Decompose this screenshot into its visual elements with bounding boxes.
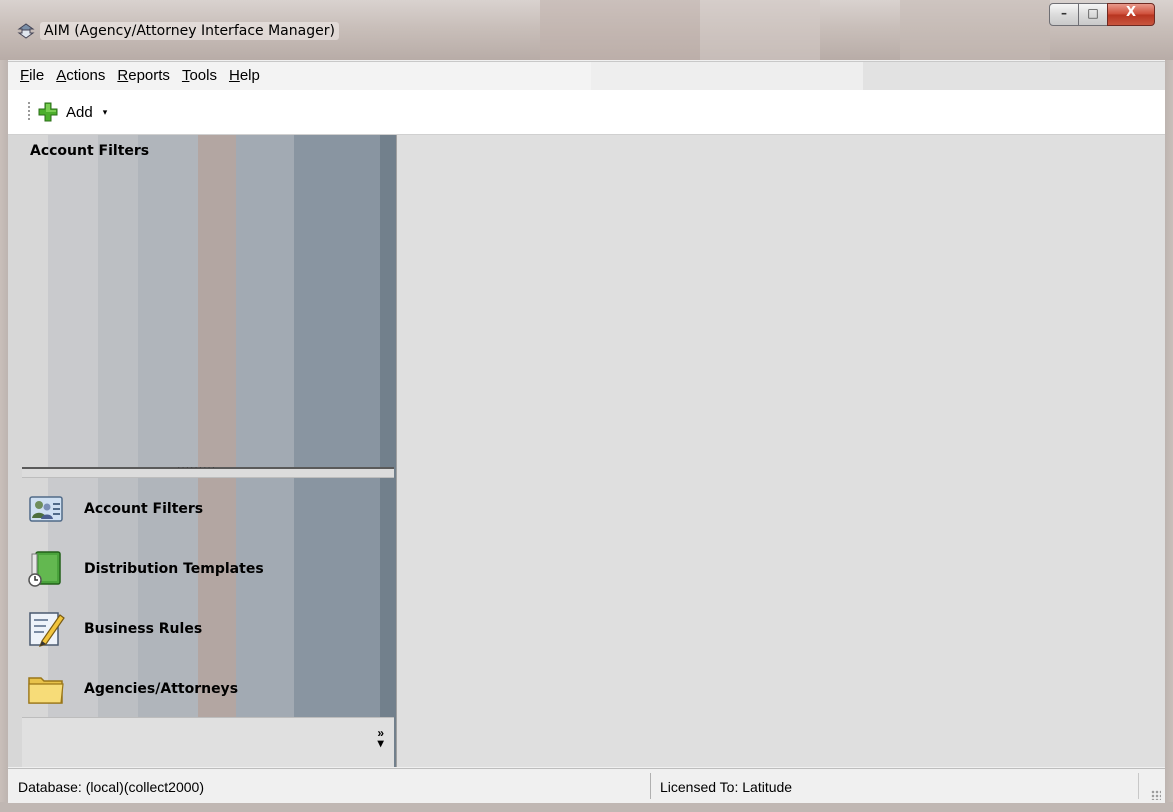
people-card-icon (29, 496, 63, 522)
pane-footer: » ▾ (22, 717, 394, 767)
status-divider (650, 773, 651, 799)
pencil-document-icon (29, 612, 65, 647)
minimize-button[interactable]: – (1049, 3, 1079, 26)
pane-splitter[interactable]: ․․․․․․․․․ (22, 460, 394, 478)
app-icon (17, 23, 35, 39)
menu-actions[interactable]: Actions (56, 67, 105, 84)
configure-buttons-icon[interactable]: » ▾ (377, 727, 384, 749)
navigation-pane: Account Filters ․․․․․․․․․ Account Filter… (8, 135, 397, 767)
nav-item-label: Agencies/Attorneys (84, 681, 239, 697)
status-divider (1138, 773, 1139, 799)
add-button-label: Add (66, 103, 93, 121)
nav-list: Account Filters Distribution Templates B… (22, 479, 394, 719)
resize-grip-icon[interactable] (1151, 790, 1161, 800)
window-frame-right (1165, 60, 1173, 812)
menu-bar: File Actions Reports Tools Help (8, 61, 1165, 91)
window-title: AIM (Agency/Attorney Interface Manager) (40, 22, 339, 40)
close-icon: X (1125, 5, 1137, 20)
green-book-clock-icon (28, 551, 61, 587)
nav-item-label: Account Filters (84, 501, 204, 517)
pane-header: Account Filters (30, 143, 150, 159)
menu-tools[interactable]: Tools (182, 67, 217, 84)
main-content-area (397, 135, 1165, 767)
green-plus-icon (38, 102, 58, 122)
app-window: AIM (Agency/Attorney Interface Manager) … (0, 0, 1173, 812)
maximize-icon: □ (1087, 6, 1099, 20)
close-button[interactable]: X (1107, 3, 1155, 26)
folder-icon (28, 677, 64, 704)
menu-reports[interactable]: Reports (117, 67, 170, 84)
toolbar: Add ▾ (8, 90, 1165, 135)
window-frame-left (0, 60, 8, 812)
status-bar: Database: (local)(collect2000) Licensed … (8, 768, 1165, 803)
dropdown-caret-icon[interactable]: ▾ (103, 107, 108, 118)
nav-item-business-rules[interactable]: Business Rules (22, 599, 394, 659)
nav-item-account-filters[interactable]: Account Filters (22, 479, 394, 539)
menu-items: File Actions Reports Tools Help (20, 67, 260, 84)
title-bar[interactable]: AIM (Agency/Attorney Interface Manager) … (0, 0, 1173, 60)
nav-item-label: Business Rules (84, 621, 203, 637)
status-license: Licensed To: Latitude (660, 779, 793, 795)
status-database: Database: (local)(collect2000) (18, 779, 204, 795)
nav-item-label: Distribution Templates (84, 561, 264, 577)
nav-item-distribution-templates[interactable]: Distribution Templates (22, 539, 394, 599)
window-frame-bottom (0, 802, 1173, 812)
add-button[interactable]: Add ▾ (38, 100, 107, 124)
toolbar-grip[interactable] (28, 102, 30, 122)
menu-help[interactable]: Help (229, 67, 260, 84)
nav-item-agencies-attorneys[interactable]: Agencies/Attorneys (22, 659, 394, 719)
minimize-icon: – (1061, 6, 1067, 20)
menu-file[interactable]: File (20, 67, 44, 84)
window-controls: – □ X (1049, 3, 1155, 27)
maximize-button[interactable]: □ (1078, 3, 1108, 26)
